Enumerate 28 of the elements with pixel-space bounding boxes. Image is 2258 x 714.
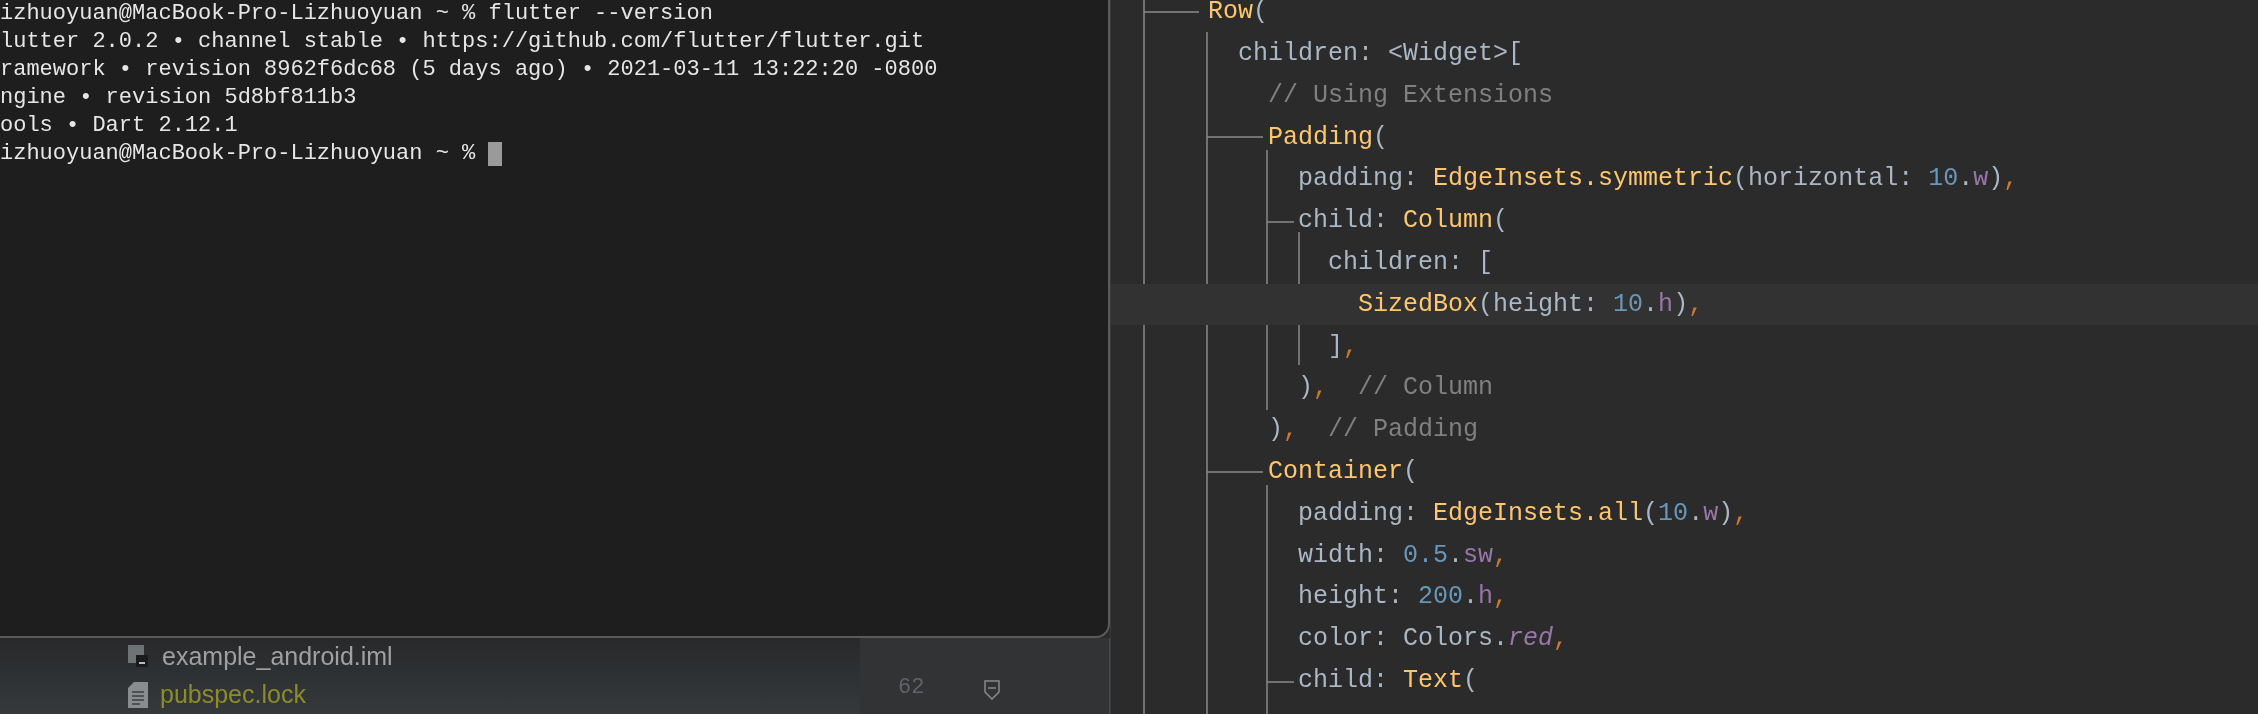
module-file-icon bbox=[128, 645, 150, 669]
code-line: Padding( bbox=[1267, 121, 1389, 154]
code-line: Row( bbox=[1208, 0, 1269, 29]
code-line: SizedBox(height: 10.h), bbox=[1357, 288, 1704, 321]
code-line: child: Text( bbox=[1297, 664, 1479, 697]
code-line: Container( bbox=[1267, 455, 1419, 488]
code-line: ], bbox=[1327, 330, 1359, 363]
code-line: padding: EdgeInsets.symmetric(horizontal: 10.w), bbox=[1297, 163, 2019, 196]
code-line: children: [ bbox=[1327, 246, 1494, 279]
terminal-line: lutter 2.0.2 • channel stable • https://github.com/flutter/flutter.git bbox=[0, 28, 925, 56]
terminal-line: ools • Dart 2.12.1 bbox=[0, 112, 238, 140]
terminal-line: ramework • revision 8962f6dc68 (5 days ago) • 2021-03-11 13:22:20 -0800 bbox=[0, 56, 938, 84]
fold-marker-icon[interactable] bbox=[984, 680, 1001, 700]
terminal-line: ngine • revision 5d8bf811b3 bbox=[0, 84, 357, 112]
file-name[interactable]: pubspec.lock bbox=[160, 676, 306, 714]
code-line: children: <Widget>[ bbox=[1237, 37, 1524, 70]
code-line: width: 0.5.sw, bbox=[1297, 539, 1509, 572]
terminal-line: izhuoyuan@MacBook-Pro-Lizhuoyuan ~ % flutter --version bbox=[0, 0, 713, 28]
code-line: color: Colors.red, bbox=[1297, 623, 1569, 656]
code-line: height: 200.h, bbox=[1297, 581, 1509, 614]
file-name[interactable]: example_android.iml bbox=[162, 638, 393, 676]
code-line: ), // Column bbox=[1297, 372, 1494, 405]
code-line: child: Column( bbox=[1297, 205, 1509, 238]
terminal-line: izhuoyuan@MacBook-Pro-Lizhuoyuan ~ % bbox=[0, 140, 476, 168]
code-line: padding: EdgeInsets.all(10.w), bbox=[1297, 497, 1749, 530]
file-icon bbox=[128, 682, 148, 708]
code-line: ), // Padding bbox=[1267, 414, 1479, 447]
code-line: // Using Extensions bbox=[1267, 79, 1554, 112]
